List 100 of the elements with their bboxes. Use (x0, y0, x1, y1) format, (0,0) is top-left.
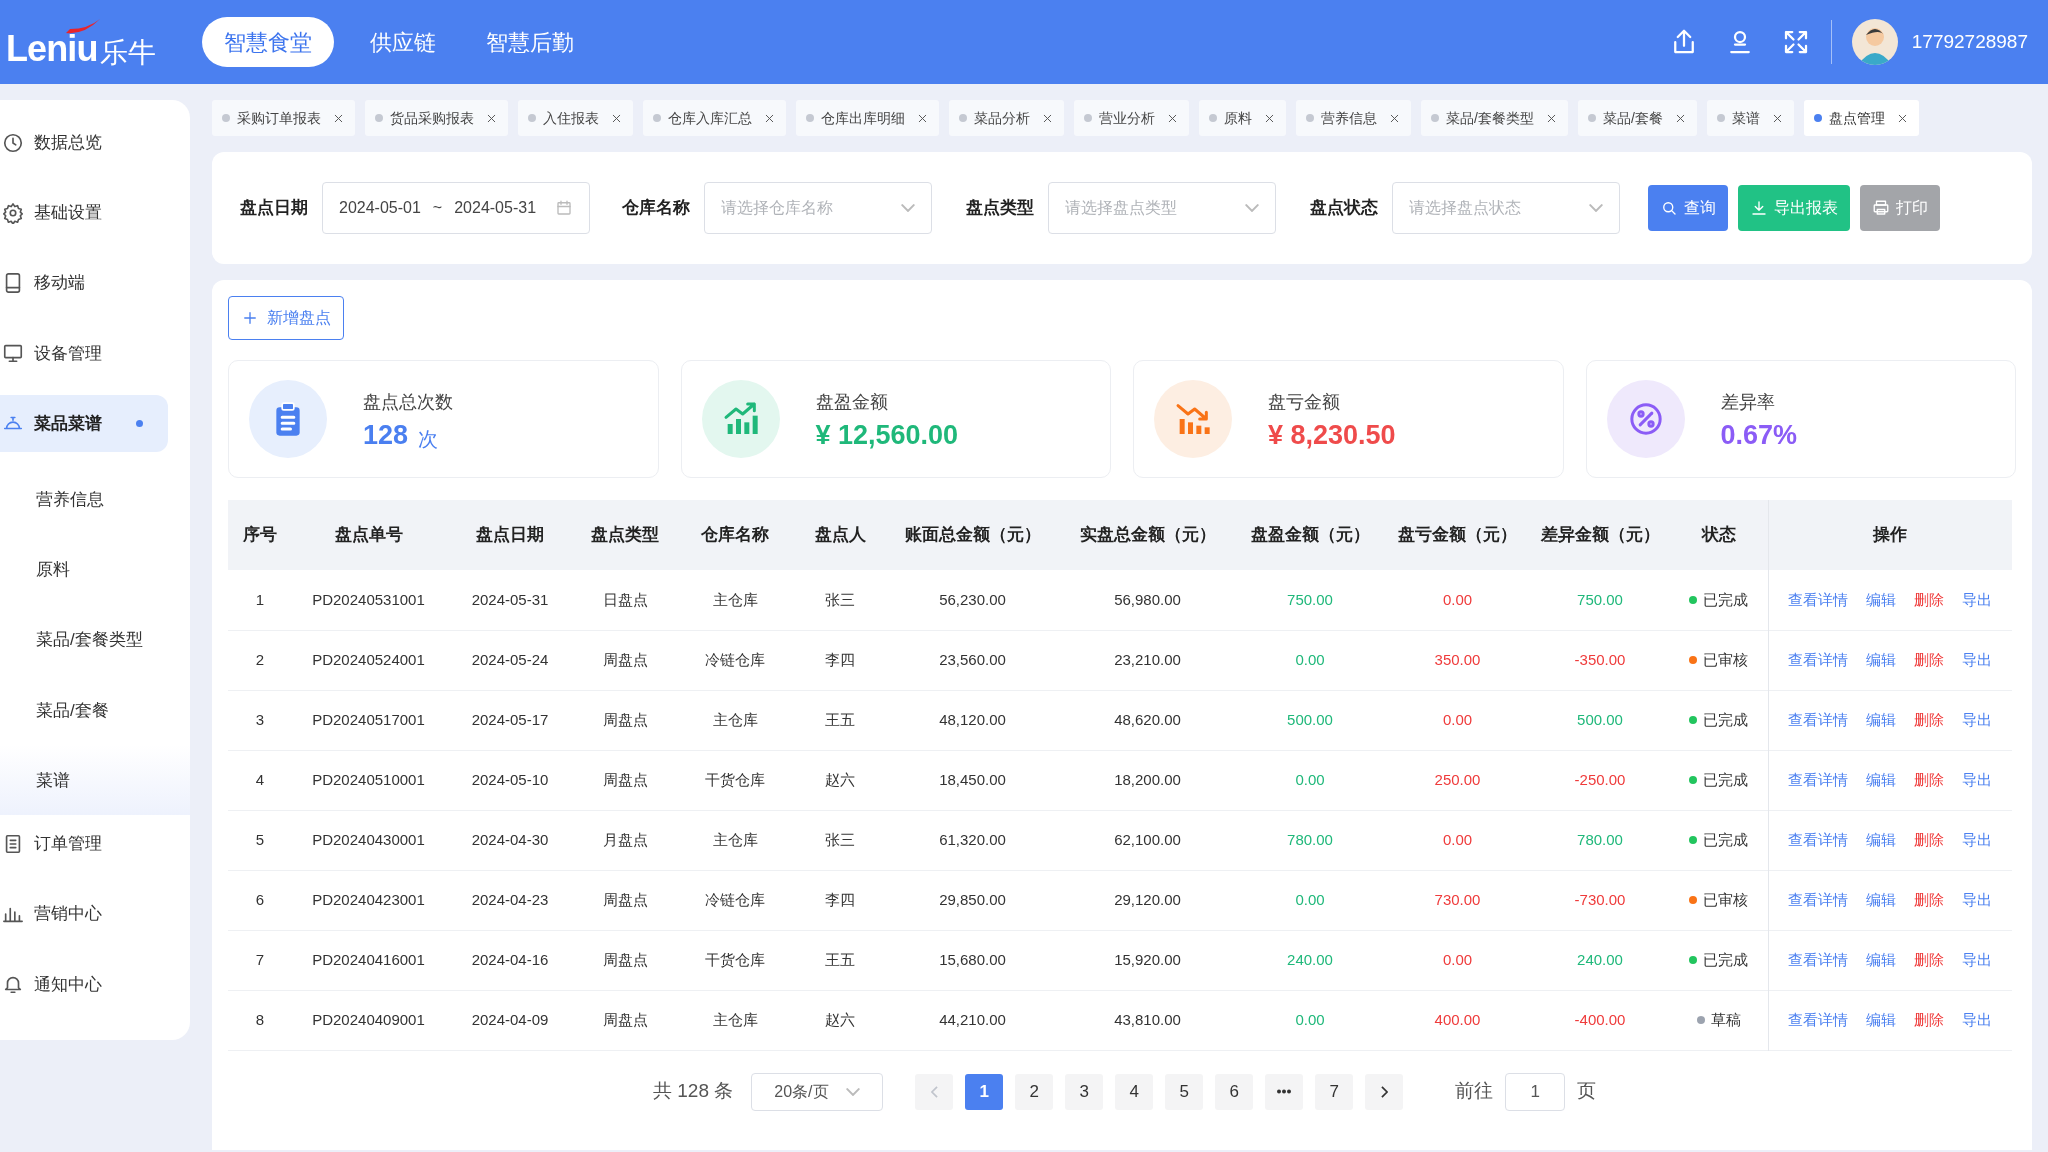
table-cell: 主仓库 (675, 810, 795, 870)
sidebar-subitem[interactable]: 菜品/套餐 (0, 675, 190, 746)
page-tab[interactable]: 采购订单报表 (212, 100, 355, 136)
action-link[interactable]: 编辑 (1866, 708, 1897, 732)
delete-link[interactable]: 删除 (1914, 708, 1945, 732)
table-cell: 赵六 (795, 750, 885, 810)
page-tab[interactable]: 菜品/套餐 (1577, 100, 1697, 136)
action-link[interactable]: 编辑 (1866, 828, 1897, 852)
sidebar-item[interactable]: 基础设置 (0, 184, 168, 242)
search-button[interactable]: 查询 (1648, 185, 1728, 231)
table-cell: 29,120.00 (1060, 870, 1235, 930)
action-link[interactable]: 编辑 (1866, 768, 1897, 792)
sidebar-subitem[interactable]: 原料 (0, 535, 190, 606)
page-tab[interactable]: 仓库入库汇总 (643, 100, 786, 136)
status-text: 已审核 (1703, 649, 1749, 670)
page-tab[interactable]: 菜品/套餐类型 (1421, 100, 1568, 136)
action-link[interactable]: 查看详情 (1788, 648, 1849, 672)
page-tab[interactable]: 入住报表 (518, 100, 633, 136)
action-link[interactable]: 导出 (1962, 768, 1993, 792)
action-link[interactable]: 编辑 (1866, 888, 1897, 912)
sidebar-item[interactable]: 设备管理 (0, 324, 168, 382)
table-cell: 0.00 (1385, 810, 1530, 870)
table-cell: 2024-05-17 (445, 690, 575, 750)
sidebar-item[interactable]: 通知中心 (0, 955, 168, 1013)
page-input[interactable]: 1 (1505, 1072, 1566, 1111)
column-header: 账面总金额（元） (885, 500, 1060, 570)
table-cell: 主仓库 (675, 690, 795, 750)
page-tab[interactable]: 营养信息 (1296, 100, 1411, 136)
status-text: 已完成 (1703, 589, 1749, 610)
sidebar-item[interactable]: 菜品菜谱 (0, 394, 168, 453)
sidebar-item[interactable]: 数据总览 (0, 114, 168, 172)
add-button[interactable]: 新增盘点 (228, 296, 344, 340)
action-link[interactable]: 查看详情 (1788, 588, 1849, 611)
delete-link[interactable]: 删除 (1914, 948, 1945, 972)
action-link[interactable]: 导出 (1962, 588, 1993, 611)
action-link[interactable]: 查看详情 (1788, 828, 1849, 852)
table-cell: 0.00 (1235, 990, 1385, 1050)
action-link[interactable]: 查看详情 (1788, 948, 1849, 972)
action-link[interactable]: 查看详情 (1788, 888, 1849, 912)
delete-link[interactable]: 删除 (1914, 768, 1945, 792)
date-range-field[interactable]: 2024-05-01 ~ 2024-05-31 (322, 182, 590, 234)
page-button[interactable]: 7 (1315, 1073, 1354, 1110)
print-button[interactable]: 打印 (1860, 185, 1940, 231)
sidebar-item[interactable]: 订单管理 (0, 815, 168, 873)
action-link[interactable]: 编辑 (1866, 948, 1897, 972)
action-link[interactable]: 编辑 (1866, 1008, 1897, 1032)
sidebar-subitem[interactable]: 营养信息 (0, 465, 190, 536)
stat-value: 128 (363, 422, 409, 449)
action-link[interactable]: 编辑 (1866, 588, 1897, 611)
delete-link[interactable]: 删除 (1914, 588, 1945, 611)
nav-tab[interactable]: 智慧后勤 (473, 17, 586, 67)
delete-link[interactable]: 删除 (1914, 1008, 1945, 1032)
export-button[interactable]: 导出报表 (1738, 185, 1850, 231)
action-link[interactable]: 查看详情 (1788, 708, 1849, 732)
page-button[interactable]: 5 (1165, 1073, 1204, 1110)
nav-tab[interactable]: 供应链 (357, 17, 448, 67)
select-field[interactable]: 请选择仓库名称 (704, 182, 932, 234)
stat-value: 0.67% (1720, 422, 1798, 449)
table-cell: PD20240510001 (292, 750, 445, 810)
table-cell: -400.00 (1530, 990, 1670, 1050)
action-link[interactable]: 导出 (1962, 888, 1993, 912)
page-tab[interactable]: 营业分析 (1074, 100, 1189, 136)
table-cell: 周盘点 (575, 930, 675, 990)
filter-label: 仓库名称 (622, 197, 690, 220)
delete-link[interactable]: 删除 (1914, 648, 1945, 672)
select-field[interactable]: 请选择盘点类型 (1048, 182, 1276, 234)
page-tab[interactable]: 盘点管理 (1803, 100, 1919, 136)
table-cell: 61,320.00 (885, 810, 1060, 870)
page-tab[interactable]: 菜品分析 (949, 100, 1064, 136)
page-tab[interactable]: 菜谱 (1706, 100, 1794, 136)
page-button[interactable]: 3 (1065, 1073, 1104, 1110)
page-tab[interactable]: 原料 (1199, 100, 1286, 136)
delete-link[interactable]: 删除 (1914, 888, 1945, 912)
sidebar-item[interactable]: 营销中心 (0, 885, 168, 943)
action-link[interactable]: 导出 (1962, 828, 1993, 852)
page-button[interactable]: 1 (965, 1073, 1004, 1110)
nav-tab[interactable]: 智慧食堂 (201, 17, 334, 67)
table-cell: 8 (228, 990, 292, 1050)
action-link[interactable]: 编辑 (1866, 648, 1897, 672)
delete-link[interactable]: 删除 (1914, 828, 1945, 852)
sidebar-item[interactable]: 移动端 (0, 254, 168, 312)
action-link[interactable]: 查看详情 (1788, 768, 1849, 792)
table-cell: 李四 (795, 870, 885, 930)
table-cell: 月盘点 (575, 810, 675, 870)
action-link[interactable]: 导出 (1962, 648, 1993, 672)
action-link[interactable]: 导出 (1962, 708, 1993, 732)
page-button[interactable]: 6 (1215, 1073, 1254, 1110)
select-field[interactable]: 请选择盘点状态 (1392, 182, 1620, 234)
table-cell: 王五 (795, 690, 885, 750)
page-tab[interactable]: 仓库出库明细 (796, 100, 939, 136)
page-button[interactable]: 2 (1015, 1073, 1054, 1110)
action-link[interactable]: 查看详情 (1788, 1008, 1849, 1032)
page-tab[interactable]: 货品采购报表 (365, 100, 508, 136)
table-cell: -250.00 (1530, 750, 1670, 810)
table-cell: 750.00 (1235, 570, 1385, 630)
action-link[interactable]: 导出 (1962, 1008, 1993, 1032)
action-link[interactable]: 导出 (1962, 948, 1993, 972)
page-size-select[interactable]: 20条/页 (751, 1072, 884, 1111)
page-button[interactable]: 4 (1115, 1073, 1154, 1110)
sidebar-subitem[interactable]: 菜品/套餐类型 (0, 605, 190, 676)
